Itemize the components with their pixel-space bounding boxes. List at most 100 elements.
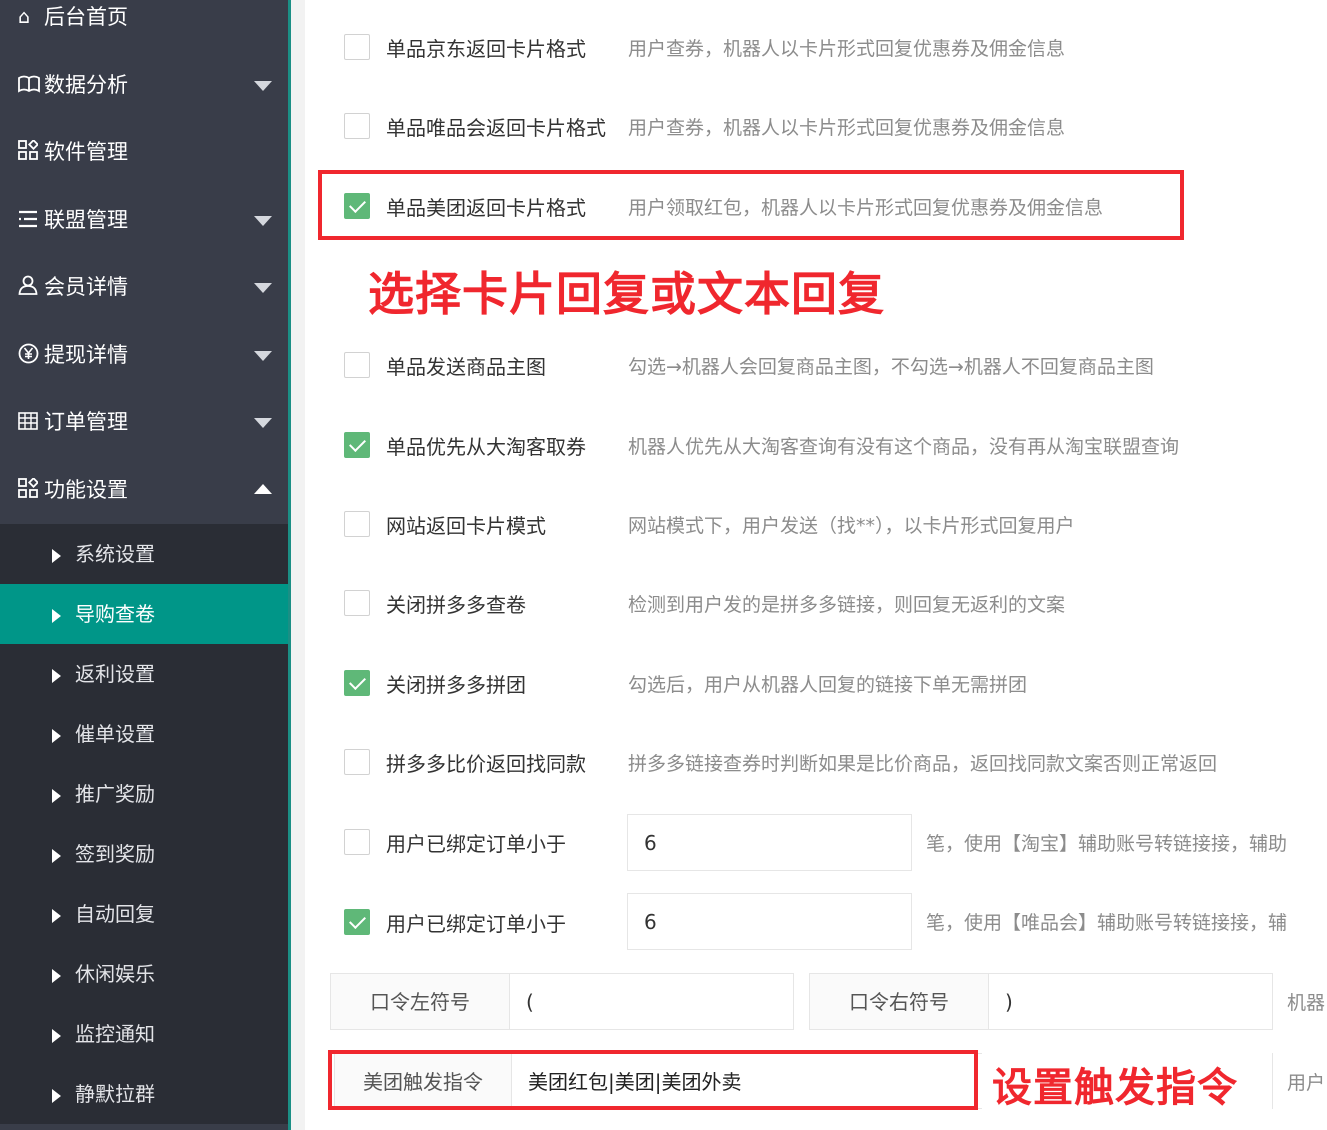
sidebar-subitem-label: 休闲娱乐 bbox=[75, 962, 155, 986]
sidebar-item-label: 功能设置 bbox=[44, 478, 128, 502]
chevron-down-icon bbox=[254, 283, 272, 293]
sidebar-subitem-promotion-rewards[interactable]: 推广奖励 bbox=[0, 764, 288, 824]
sidebar-item-data-analysis[interactable]: 数据分析 bbox=[0, 52, 288, 119]
apps-icon bbox=[18, 457, 44, 524]
option-description: 网站模式下，用户发送（找**），以卡片形式回复用户 bbox=[628, 515, 1075, 537]
sidebar-subitem-label: 导购查卷 bbox=[75, 602, 155, 626]
caret-right-icon bbox=[52, 908, 61, 923]
yen-icon bbox=[18, 322, 44, 389]
option-description: 勾选后，用户从机器人回复的链接下单无需拼团 bbox=[628, 674, 1028, 696]
sidebar-item-label: 数据分析 bbox=[44, 73, 128, 97]
sidebar-item-features[interactable]: 功能设置 bbox=[0, 457, 288, 524]
sidebar-subitem-reminder-settings[interactable]: 催单设置 bbox=[0, 704, 288, 764]
chevron-down-icon bbox=[254, 81, 272, 91]
home-icon: ⌂ bbox=[18, 6, 31, 28]
caret-right-icon bbox=[52, 968, 61, 983]
option-checkbox[interactable] bbox=[344, 590, 370, 616]
sidebar-item-software[interactable]: 软件管理 bbox=[0, 119, 288, 186]
option-description: 勾选→机器人会回复商品主图，不勾选→机器人不回复商品主图 bbox=[628, 356, 1154, 378]
order-count-input[interactable]: 6 bbox=[627, 814, 912, 871]
option-label: 单品优先从大淘客取券 bbox=[386, 435, 586, 459]
sidebar-item-label: 后台首页 bbox=[44, 5, 128, 29]
option-description: 检测到用户发的是拼多多链接，则回复无返利的文案 bbox=[628, 594, 1066, 616]
password-left-label: 口令左符号 bbox=[330, 973, 510, 1030]
option-checkbox[interactable] bbox=[344, 432, 370, 458]
grid-icon bbox=[18, 389, 44, 456]
chevron-down-icon bbox=[254, 418, 272, 428]
sidebar-subitem-label: 自动回复 bbox=[75, 902, 155, 926]
caret-right-icon bbox=[52, 848, 61, 863]
option-checkbox[interactable] bbox=[344, 113, 370, 139]
caret-right-icon bbox=[52, 728, 61, 743]
sidebar-subitem-rebate-settings[interactable]: 返利设置 bbox=[0, 644, 288, 704]
option-checkbox[interactable] bbox=[344, 829, 370, 855]
option-description: 笔，使用【唯品会】辅助账号转链接接，辅 bbox=[926, 912, 1288, 934]
book-icon bbox=[18, 52, 44, 119]
sidebar-item-label: 软件管理 bbox=[44, 140, 128, 164]
sidebar-subitem-label: 催单设置 bbox=[75, 722, 155, 746]
option-label: 用户已绑定订单小于 bbox=[386, 912, 566, 936]
sidebar-subitem-silent-group[interactable]: 静默拉群 bbox=[0, 1064, 288, 1124]
sidebar-item-label: 会员详情 bbox=[44, 275, 128, 299]
caret-right-icon bbox=[52, 1088, 61, 1103]
option-label: 关闭拼多多拼团 bbox=[386, 673, 526, 697]
option-label: 单品发送商品主图 bbox=[386, 355, 546, 379]
option-label: 单品唯品会返回卡片格式 bbox=[386, 116, 606, 140]
sidebar-subitem-label: 签到奖励 bbox=[75, 842, 155, 866]
chevron-up-icon bbox=[254, 484, 272, 494]
sidebar-item-home[interactable]: ⌂ 后台首页 bbox=[0, 0, 288, 51]
annotation-callout: 设置触发指令 bbox=[992, 1065, 1238, 1111]
sidebar-subitem-label: 系统设置 bbox=[75, 542, 155, 566]
option-checkbox[interactable] bbox=[344, 749, 370, 775]
sidebar-subitem-system-settings[interactable]: 系统设置 bbox=[0, 524, 288, 584]
sidebar-subitem-label: 推广奖励 bbox=[75, 782, 155, 806]
caret-right-icon bbox=[52, 1028, 61, 1043]
highlight-box bbox=[318, 170, 1184, 240]
sidebar-item-withdraw[interactable]: 提现详情 bbox=[0, 322, 288, 389]
option-checkbox[interactable] bbox=[344, 352, 370, 378]
option-checkbox[interactable] bbox=[344, 34, 370, 60]
sidebar-subitem-monitor-notify[interactable]: 监控通知 bbox=[0, 1004, 288, 1064]
chevron-down-icon bbox=[254, 351, 272, 361]
sidebar-item-label: 联盟管理 bbox=[44, 208, 128, 232]
sidebar-subitem-label: 监控通知 bbox=[75, 1022, 155, 1046]
option-label: 关闭拼多多查卷 bbox=[386, 593, 526, 617]
user-icon bbox=[18, 254, 44, 321]
option-checkbox[interactable] bbox=[344, 511, 370, 537]
sidebar-subitem-auto-reply[interactable]: 自动回复 bbox=[0, 884, 288, 944]
sidebar-subitem-leisure[interactable]: 休闲娱乐 bbox=[0, 944, 288, 1004]
sidebar-subitem-coupon-lookup[interactable]: 导购查卷 bbox=[0, 584, 288, 644]
password-right-input[interactable]: ) bbox=[988, 973, 1273, 1030]
password-right-label: 口令右符号 bbox=[809, 973, 989, 1030]
chevron-down-icon bbox=[254, 216, 272, 226]
sidebar: ⌂ 后台首页 数据分析 软件管理 联盟管理 会员详情 提现详情 订单管理 功能设… bbox=[0, 0, 288, 1130]
sidebar-subitem-label: 返利设置 bbox=[75, 662, 155, 686]
option-label: 网站返回卡片模式 bbox=[386, 514, 546, 538]
option-label: 单品京东返回卡片格式 bbox=[386, 37, 586, 61]
sidebar-item-label: 提现详情 bbox=[44, 343, 128, 367]
caret-right-icon bbox=[52, 548, 61, 563]
caret-right-icon bbox=[52, 668, 61, 683]
caret-right-icon bbox=[52, 788, 61, 803]
sidebar-item-members[interactable]: 会员详情 bbox=[0, 254, 288, 321]
highlight-box bbox=[328, 1050, 978, 1110]
option-description: 笔，使用【淘宝】辅助账号转链接接，辅助 bbox=[926, 833, 1288, 855]
sidebar-item-orders[interactable]: 订单管理 bbox=[0, 389, 288, 456]
option-description: 用户查券，机器人以卡片形式回复优惠券及佣金信息 bbox=[628, 38, 1066, 60]
option-description: 拼多多链接查券时判断如果是比价商品，返回找同款文案否则正常返回 bbox=[628, 753, 1218, 775]
sidebar-item-alliance[interactable]: 联盟管理 bbox=[0, 187, 288, 254]
option-checkbox[interactable] bbox=[344, 909, 370, 935]
annotation-callout: 选择卡片回复或文本回复 bbox=[368, 267, 885, 321]
list-icon bbox=[18, 187, 44, 254]
option-description: 机器 bbox=[1287, 992, 1326, 1014]
option-description: 用户查券，机器人以卡片形式回复优惠券及佣金信息 bbox=[628, 117, 1066, 139]
password-left-input[interactable]: ( bbox=[509, 973, 794, 1030]
option-checkbox[interactable] bbox=[344, 670, 370, 696]
option-description: 机器人优先从大淘客查询有没有这个商品，没有再从淘宝联盟查询 bbox=[628, 436, 1180, 458]
apps-icon bbox=[18, 119, 44, 186]
order-count-input[interactable]: 6 bbox=[627, 893, 912, 950]
sidebar-subitem-checkin-rewards[interactable]: 签到奖励 bbox=[0, 824, 288, 884]
sidebar-subitem-label: 静默拉群 bbox=[75, 1082, 155, 1106]
caret-right-icon bbox=[52, 608, 61, 623]
option-label: 用户已绑定订单小于 bbox=[386, 832, 566, 856]
